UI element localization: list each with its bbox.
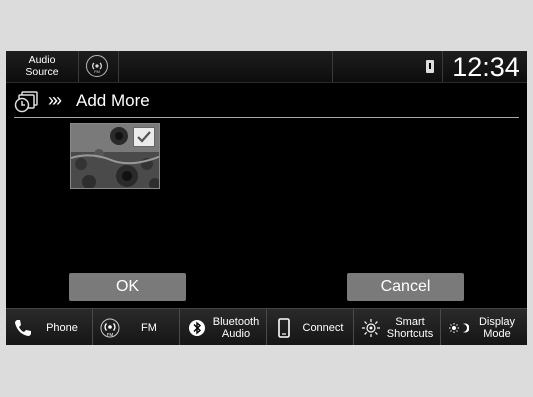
photo-thumbnail[interactable] [70, 123, 160, 189]
nav-label-display-mode: Display Mode [478, 315, 516, 340]
nav-item-display-mode[interactable]: Display Mode [441, 309, 527, 345]
nav-label-fm: FM [141, 321, 157, 334]
display-mode-icon [449, 323, 469, 333]
audio-source-label: Audio Source [25, 54, 59, 78]
smartphone-icon [278, 318, 290, 338]
svg-text:FM: FM [94, 69, 100, 74]
nav-item-fm[interactable]: FM FM [93, 309, 180, 345]
status-divider [442, 51, 443, 82]
nav-item-phone[interactable]: Phone [6, 309, 93, 345]
status-spacer [118, 51, 333, 82]
nav-item-smart-shortcuts[interactable]: Smart Shortcuts [354, 309, 441, 345]
cancel-button[interactable]: Cancel [347, 273, 464, 301]
bottom-nav: Phone FM FM Bluetooth Audio Connect Smar… [6, 308, 527, 345]
clock: 12:34 [452, 52, 520, 82]
nav-label-connect: Connect [302, 321, 344, 334]
ok-button[interactable]: OK [69, 273, 186, 301]
nav-label-smart-shortcuts: Smart Shortcuts [386, 315, 434, 340]
nav-item-connect[interactable]: Connect [267, 309, 354, 345]
status-bar: Audio Source FM 12:34 [6, 51, 527, 83]
page-title: Add More [76, 91, 150, 110]
fm-radio-icon: FM [100, 318, 120, 338]
fm-radio-icon: FM [86, 55, 108, 77]
nav-label-phone: Phone [46, 321, 78, 334]
audio-source-button[interactable]: Audio Source [6, 51, 79, 82]
clock-photo-icon [14, 91, 38, 113]
nav-item-bluetooth-audio[interactable]: Bluetooth Audio [180, 309, 267, 345]
head-unit-screen: Audio Source FM 12:34 »» Add More OK Can… [6, 51, 527, 345]
bluetooth-icon [189, 320, 205, 336]
usb-icon [426, 60, 434, 73]
nav-label-bluetooth-audio: Bluetooth Audio [212, 315, 260, 340]
current-source-button[interactable]: FM [78, 51, 119, 82]
phone-icon [15, 320, 31, 336]
smart-shortcuts-icon [362, 319, 380, 337]
breadcrumb-chevrons: »» [48, 90, 62, 110]
svg-text:FM: FM [107, 332, 114, 337]
header-divider [14, 117, 519, 118]
selected-checkmark-icon [133, 127, 155, 147]
